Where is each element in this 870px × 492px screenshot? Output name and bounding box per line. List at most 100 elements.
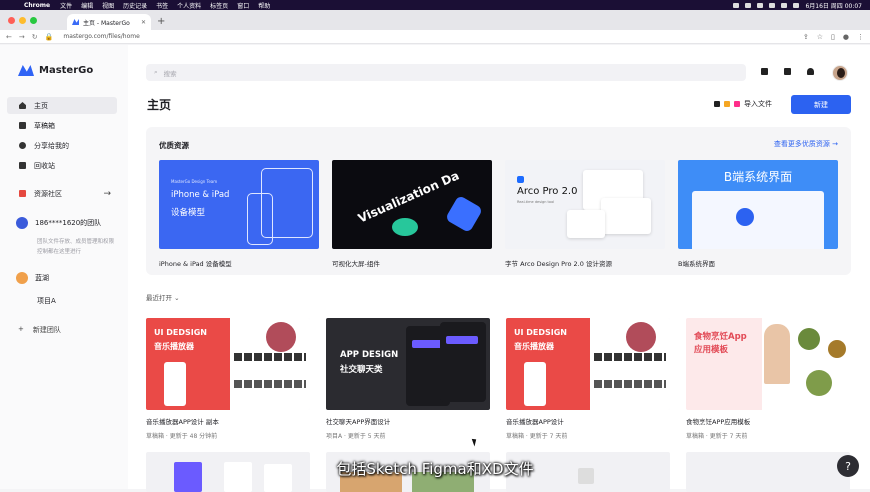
search-icon[interactable] bbox=[793, 2, 800, 8]
file-name: 食物烹饪APP应用模板 bbox=[686, 418, 751, 426]
mock-image bbox=[266, 322, 296, 352]
xd-icon bbox=[734, 101, 740, 107]
import-file-button[interactable]: 导入文件 bbox=[714, 99, 772, 109]
mock-food-image bbox=[798, 328, 820, 350]
new-tab-button[interactable]: + bbox=[157, 16, 165, 27]
decor-shape bbox=[444, 194, 484, 234]
bookmark-star-icon[interactable]: ☆ bbox=[817, 33, 823, 41]
more-menu-icon[interactable]: ⋮ bbox=[857, 33, 864, 41]
tab-title: 主页 - MasterGo bbox=[83, 19, 130, 27]
thumb-subtitle: 设备模型 bbox=[171, 208, 206, 218]
wifi-icon[interactable] bbox=[781, 2, 788, 8]
thumb-title: UI DEDSIGN bbox=[514, 328, 568, 337]
sketch-icon bbox=[724, 101, 730, 107]
monitor-icon[interactable] bbox=[784, 68, 791, 75]
lock-icon[interactable]: 🔒 bbox=[45, 33, 54, 41]
new-team-button[interactable]: + 新建团队 bbox=[18, 325, 61, 335]
file-card-music-copy[interactable]: UI DEDSIGN 音乐播放器 音乐播放器APP设计 副本 草稿箱 · 更新于… bbox=[146, 318, 310, 444]
community-icon bbox=[19, 190, 26, 197]
bluetooth-icon[interactable] bbox=[757, 2, 764, 8]
thumb-subtitle: 应用模板 bbox=[694, 345, 729, 355]
phone-outline bbox=[247, 193, 273, 245]
resource-card-iphone[interactable]: MasterGo Design Team iPhone & iPad 设备模型 … bbox=[159, 160, 319, 268]
new-button[interactable]: 新建 bbox=[791, 95, 851, 114]
menubar-item-bookmarks[interactable]: 书签 bbox=[156, 1, 168, 10]
search-input[interactable]: ⌕ 搜索 bbox=[146, 64, 746, 81]
resources-title: 优质资源 bbox=[159, 141, 189, 150]
menubar-item-edit[interactable]: 编辑 bbox=[81, 1, 93, 10]
file-name: 音乐播放器APP设计 bbox=[506, 418, 564, 426]
sidebar-item-label: 分享给我的 bbox=[34, 141, 69, 150]
resource-card-visualization[interactable]: Visualization Da 可视化大屏-组件 bbox=[332, 160, 492, 268]
mastergo-logo-icon bbox=[18, 65, 34, 76]
browser-tools: ⇪ ☆ ▯ ● ⋮ bbox=[803, 33, 864, 41]
folder-icon[interactable] bbox=[761, 68, 768, 75]
project-item-a[interactable]: 项目A bbox=[37, 296, 56, 306]
file-card-social-chat[interactable]: APP DESIGN 社交聊天类 社交聊天APP界面设计 项目A · 更新于 5… bbox=[326, 318, 490, 444]
thumb-title: Visualization Da bbox=[355, 168, 462, 226]
resource-card-b-system[interactable]: B端系统界面 B端系统界面 bbox=[678, 160, 838, 268]
sidebar-item-community[interactable]: 资源社区 → bbox=[7, 185, 117, 202]
resource-thumbnail: Visualization Da bbox=[332, 160, 492, 249]
forward-icon[interactable]: → bbox=[19, 33, 25, 41]
status-icon[interactable] bbox=[733, 2, 740, 8]
close-tab-icon[interactable]: ✕ bbox=[141, 19, 146, 26]
thumb-title: iPhone & iPad bbox=[171, 190, 230, 200]
sidebar-item-shared[interactable]: 分享给我的 bbox=[7, 137, 117, 154]
resource-card-arco[interactable]: Arco Pro 2.0 Real-time design tool 字节 Ar… bbox=[505, 160, 665, 268]
zoom-window-button[interactable] bbox=[30, 17, 37, 24]
thumb-subtitle: Real-time design tool bbox=[517, 200, 555, 204]
user-avatar[interactable] bbox=[832, 65, 848, 81]
share-icon[interactable]: ⇪ bbox=[803, 33, 809, 41]
trash-icon bbox=[19, 162, 26, 169]
menubar-item-window[interactable]: 窗口 bbox=[237, 1, 249, 10]
window-controls bbox=[0, 17, 45, 30]
figma-icon bbox=[714, 101, 720, 107]
brand-logo[interactable]: MasterGo bbox=[18, 65, 93, 76]
sidebar-item-label: 回收站 bbox=[34, 161, 55, 170]
battery-icon[interactable] bbox=[769, 2, 776, 8]
address-input[interactable]: mastergo.com/files/home bbox=[63, 33, 139, 40]
menubar-app-name[interactable]: Chrome bbox=[24, 2, 50, 9]
menubar-item-help[interactable]: 帮助 bbox=[258, 1, 270, 10]
help-button[interactable]: ? bbox=[837, 455, 859, 477]
sidebar: MasterGo 主页 草稿箱 分享给我的 回收站 资源社区 → 186****… bbox=[0, 45, 128, 489]
recent-filter-dropdown[interactable]: 最近打开 ⌄ bbox=[146, 292, 180, 302]
menubar-item-tabs[interactable]: 标签页 bbox=[210, 1, 228, 10]
sidebar-item-drafts[interactable]: 草稿箱 bbox=[7, 117, 117, 134]
menubar-clock[interactable]: 6月16日 周四 00:07 bbox=[805, 1, 862, 10]
sidebar-toggle-icon[interactable]: ▯ bbox=[831, 33, 835, 41]
team-item-lanhu[interactable]: 蓝湖 bbox=[16, 272, 49, 284]
browser-tab[interactable]: 主页 - MasterGo ✕ bbox=[67, 14, 151, 30]
sidebar-item-trash[interactable]: 回收站 bbox=[7, 157, 117, 174]
mac-menubar: Chrome 文件 编辑 视图 历史记录 书签 个人资料 标签页 窗口 帮助 6… bbox=[0, 0, 870, 10]
thumb-subtitle: 音乐播放器 bbox=[514, 342, 554, 351]
file-thumbnail: 食物烹饪App 应用模板 bbox=[686, 318, 850, 410]
minimize-window-button[interactable] bbox=[19, 17, 26, 24]
file-card-cooking[interactable]: 食物烹饪App 应用模板 食物烹饪APP应用模板 草稿箱 · 更新于 7 天前 bbox=[686, 318, 850, 444]
resource-thumbnail: Arco Pro 2.0 Real-time design tool bbox=[505, 160, 665, 249]
file-card-music[interactable]: UI DEDSIGN 音乐播放器 音乐播放器APP设计 草稿箱 · 更新于 7 … bbox=[506, 318, 670, 444]
bell-icon[interactable] bbox=[807, 68, 814, 75]
drafts-icon bbox=[19, 122, 26, 129]
file-thumbnail: UI DEDSIGN 音乐播放器 bbox=[146, 318, 310, 410]
mock-grid bbox=[234, 380, 306, 388]
back-icon[interactable]: ← bbox=[6, 33, 12, 41]
sidebar-item-home[interactable]: 主页 bbox=[7, 97, 117, 114]
close-window-button[interactable] bbox=[8, 17, 15, 24]
wechat-icon[interactable] bbox=[745, 2, 752, 8]
decor-shape bbox=[736, 208, 754, 226]
menubar-item-view[interactable]: 视图 bbox=[102, 1, 114, 10]
menubar-item-file[interactable]: 文件 bbox=[60, 1, 72, 10]
file-meta: 项目A · 更新于 5 天前 bbox=[326, 433, 386, 440]
team-item-186[interactable]: 186****1620的团队 bbox=[16, 217, 101, 229]
mock-image bbox=[626, 322, 656, 352]
resources-panel: 优质资源 查看更多优质资源 → MasterGo Design Team iPh… bbox=[146, 127, 851, 275]
brand-name: MasterGo bbox=[39, 65, 94, 76]
menubar-item-profile[interactable]: 个人资料 bbox=[177, 1, 201, 10]
reload-icon[interactable]: ↻ bbox=[32, 33, 38, 41]
thumb-title: APP DESIGN bbox=[340, 350, 399, 360]
profile-icon[interactable]: ● bbox=[843, 33, 849, 41]
more-resources-link[interactable]: 查看更多优质资源 → bbox=[774, 139, 838, 149]
menubar-item-history[interactable]: 历史记录 bbox=[123, 1, 147, 10]
